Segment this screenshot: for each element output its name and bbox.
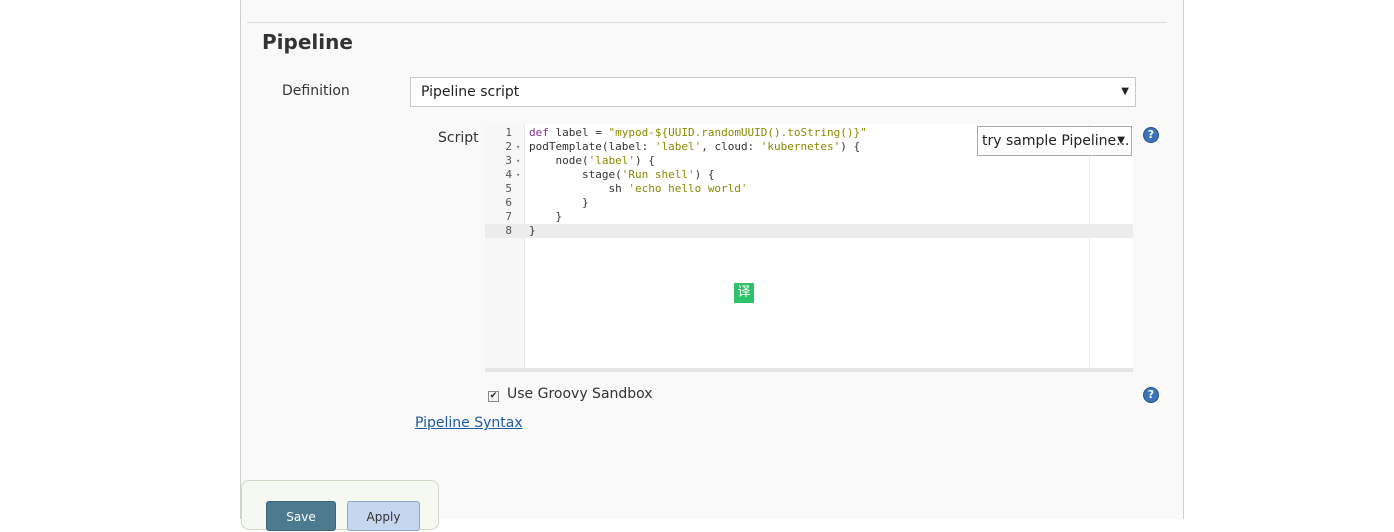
line-number: 1 — [505, 126, 512, 139]
pipeline-syntax-link[interactable]: Pipeline Syntax — [415, 415, 523, 431]
code-line: 7 } — [485, 210, 1133, 224]
code-text: } — [529, 224, 536, 237]
definition-label: Definition — [282, 83, 350, 99]
code-text: ) { — [634, 154, 655, 167]
line-number: 3 — [505, 154, 512, 167]
dropdown-arrow-icon: ▼ — [1117, 135, 1125, 146]
try-sample-pipeline-select[interactable]: try sample Pipeline... ▼ — [977, 126, 1132, 156]
code-text: ) { — [694, 168, 715, 181]
section-divider — [247, 22, 1167, 23]
line-number: 8 — [505, 224, 512, 237]
line-number: 5 — [505, 182, 512, 195]
code-line: 3 ▾ node('label') { — [485, 154, 1133, 168]
script-label: Script — [438, 130, 479, 146]
code-text: ) { — [840, 140, 861, 153]
apply-button[interactable]: Apply — [347, 501, 420, 531]
section-title: Pipeline — [262, 30, 353, 54]
code-line-active: 8 } — [485, 224, 1133, 238]
code-text: stage( — [529, 168, 622, 181]
line-number: 6 — [505, 196, 512, 209]
line-number: 4 — [505, 168, 512, 181]
fold-arrow-icon[interactable]: ▾ — [516, 154, 520, 168]
code-text: sh — [529, 182, 629, 195]
code-line: 5 sh 'echo hello world' — [485, 182, 1133, 196]
code-string: 'label' — [588, 154, 635, 167]
line-number: 7 — [505, 210, 512, 223]
fold-arrow-icon[interactable]: ▾ — [516, 168, 520, 182]
code-line: 6 } — [485, 196, 1133, 210]
help-icon[interactable]: ? — [1143, 127, 1159, 143]
dropdown-arrow-icon: ▼ — [1121, 86, 1129, 97]
groovy-sandbox-checkbox[interactable]: ✔ — [488, 391, 499, 402]
code-string: 'echo hello world' — [628, 182, 748, 195]
code-string: "mypod-${UUID.randomUUID().toString()}" — [608, 126, 867, 139]
definition-select-value: Pipeline script — [421, 84, 520, 100]
pipeline-config-panel: Pipeline Definition Pipeline script ▼ Sc… — [240, 0, 1184, 531]
script-editor[interactable]: 1 def label = "mypod-${UUID.randomUUID()… — [485, 124, 1133, 372]
code-text: node( — [529, 154, 589, 167]
code-text: label = — [548, 126, 609, 139]
code-string: 'kubernetes' — [760, 140, 841, 153]
code-text: podTemplate(label: — [529, 140, 655, 153]
form-buttons-bar: Save Apply — [241, 480, 439, 531]
sample-select-value: try sample Pipeline... — [982, 133, 1130, 149]
groovy-sandbox-label: Use Groovy Sandbox — [507, 386, 653, 402]
translate-icon[interactable]: 译 — [734, 283, 754, 303]
code-text: , cloud: — [701, 140, 761, 153]
code-string: 'Run shell' — [621, 168, 695, 181]
code-text: } — [529, 210, 563, 223]
definition-select[interactable]: Pipeline script ▼ — [410, 77, 1136, 107]
code-line: 4 ▾ stage('Run shell') { — [485, 168, 1133, 182]
code-text: } — [529, 196, 589, 209]
fold-arrow-icon[interactable]: ▾ — [516, 140, 520, 154]
help-icon[interactable]: ? — [1143, 387, 1159, 403]
line-number: 2 — [505, 140, 512, 153]
code-keyword: def — [529, 126, 549, 139]
save-button[interactable]: Save — [266, 501, 336, 531]
code-string: 'label' — [654, 140, 702, 153]
